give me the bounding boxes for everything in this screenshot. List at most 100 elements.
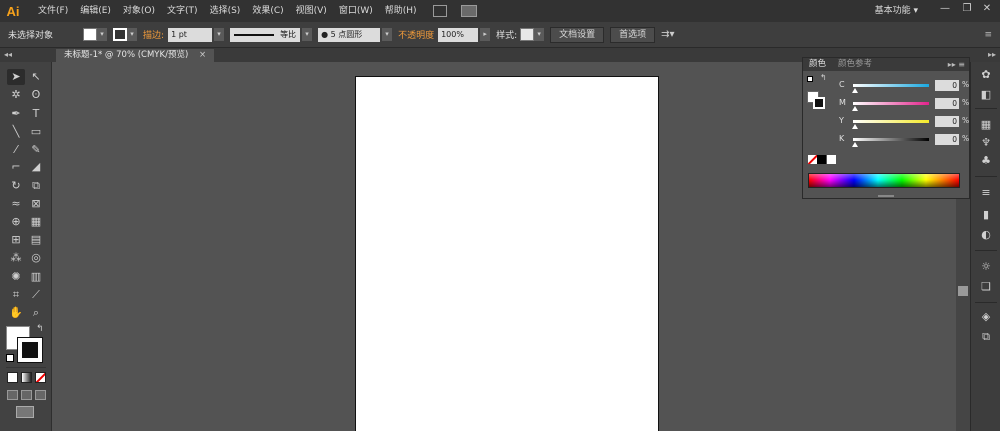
swap-colors-icon[interactable]: ↰ [36,324,44,334]
slider-track[interactable] [853,120,929,123]
panel-stroke-swatch[interactable] [813,97,825,109]
menu-file[interactable]: 文件(F) [32,0,74,22]
stroke-swatch[interactable] [113,28,128,41]
scale-tool-icon[interactable]: ⧉ [27,178,45,194]
menu-window[interactable]: 窗口(W) [333,0,379,22]
stroke-label[interactable]: 描边: [143,28,164,41]
minimize-button[interactable]: — [936,2,954,16]
tab-color-guide[interactable]: 颜色参考 [832,58,878,71]
arrange-documents-icon[interactable] [460,5,477,17]
menu-object[interactable]: 对象(O) [117,0,161,22]
slider-handle[interactable] [852,142,858,147]
arrange-icon[interactable]: ⇉▾ [661,29,674,40]
pen-tool-icon[interactable]: ✒ [7,106,25,122]
eyedropper-tool-icon[interactable]: ⁂ [7,250,25,266]
color-panel-icon[interactable]: ✿ [978,68,994,82]
slider-track[interactable] [853,84,929,87]
panel-default-colors-icon[interactable] [807,76,813,82]
artboard-tool-icon[interactable]: ⌗ [7,287,25,303]
gradient-mode-icon[interactable] [21,372,32,383]
draw-inside-icon[interactable] [35,390,46,400]
stroke-profile[interactable]: 等比 [230,27,301,42]
brush-dropdown-icon[interactable]: ▾ [382,28,393,41]
slider-handle[interactable] [852,124,858,129]
slider-handle[interactable] [852,88,858,93]
stroke-weight-dropdown-icon[interactable]: ▾ [214,28,225,41]
default-colors-icon[interactable] [6,354,14,362]
color-guide-icon[interactable]: ◧ [978,88,994,102]
document-tab[interactable]: 未标题-1* @ 70% (CMYK/预览) × [56,49,215,62]
magenta-slider[interactable]: M 0 % [839,98,969,111]
pencil-tool-icon[interactable]: ✎ [27,142,45,158]
shape-builder-tool-icon[interactable]: ⊕ [7,214,25,230]
opacity-field[interactable]: 100% [438,27,479,42]
tab-color[interactable]: 颜色 [803,58,832,71]
rotate-tool-icon[interactable]: ↻ [7,178,25,194]
graphic-style-swatch[interactable] [520,28,535,41]
yellow-value[interactable]: 0 [935,116,959,127]
swatches-icon[interactable]: ▦ [978,118,994,132]
draw-normal-icon[interactable] [7,390,18,400]
panel-menu-icon[interactable]: ≡ [984,30,992,40]
paintbrush-tool-icon[interactable]: ⁄ [7,142,25,158]
brushes-icon[interactable]: ♆ [978,136,994,150]
screen-mode-icon[interactable] [16,406,34,418]
column-graph-tool-icon[interactable]: ▥ [27,269,45,285]
restore-button[interactable]: ❐ [958,2,976,16]
gradient-tool-icon[interactable]: ▤ [27,232,45,248]
slider-track[interactable] [853,102,929,105]
none-swatch[interactable] [808,155,817,164]
selection-tool-icon[interactable]: ➤ [7,69,25,85]
collapse-panels-icon[interactable]: ▸▸ [988,48,996,62]
magenta-value[interactable]: 0 [935,98,959,109]
cyan-value[interactable]: 0 [935,80,959,91]
close-tab-icon[interactable]: × [199,50,206,60]
panel-swap-icon[interactable]: ↰ [820,73,827,82]
symbols-icon[interactable]: ♣ [978,154,994,168]
menu-edit[interactable]: 编辑(E) [74,0,117,22]
rectangle-tool-icon[interactable]: ▭ [27,124,45,140]
document-setup-button[interactable]: 文档设置 [550,26,605,43]
yellow-slider[interactable]: Y 0 % [839,116,969,129]
graphic-styles-icon[interactable]: ❏ [978,280,994,294]
transparency-icon[interactable]: ◐ [978,228,994,242]
fill-swatch[interactable] [83,28,98,41]
color-spectrum[interactable] [808,173,960,188]
direct-selection-tool-icon[interactable]: ↖ [27,69,45,85]
white-swatch[interactable] [827,155,836,164]
perspective-grid-tool-icon[interactable]: ▦ [27,214,45,230]
layers-icon[interactable]: ◈ [978,310,994,324]
stroke-color-box[interactable] [17,337,43,363]
symbol-sprayer-tool-icon[interactable]: ✺ [7,269,25,285]
blend-tool-icon[interactable]: ◎ [27,250,45,266]
stroke-profile-dropdown-icon[interactable]: ▾ [302,28,313,41]
menu-select[interactable]: 选择(S) [204,0,247,22]
line-tool-icon[interactable]: ╲ [7,124,25,140]
stroke-panel-icon[interactable]: ≡ [978,186,994,200]
free-transform-tool-icon[interactable]: ⊠ [27,196,45,212]
workspace-switcher[interactable]: 基本功能 ▾ [875,0,918,22]
scrollbar-thumb[interactable] [958,286,968,296]
menu-help[interactable]: 帮助(H) [379,0,423,22]
bridge-icon[interactable] [432,5,447,17]
width-tool-icon[interactable]: ≈ [7,196,25,212]
slider-track[interactable] [853,138,929,141]
brush-definition[interactable]: ● 5 点圆形 [318,27,381,42]
collapse-toolbar-icon[interactable]: ◂◂ [4,48,12,62]
zoom-tool-icon[interactable]: ⌕ [27,305,45,321]
eraser-tool-icon[interactable]: ◢ [27,159,45,175]
slice-tool-icon[interactable]: ⟋ [27,287,45,303]
draw-behind-icon[interactable] [21,390,32,400]
fill-dropdown-icon[interactable]: ▾ [97,28,108,41]
close-button[interactable]: ✕ [978,2,996,16]
preferences-button[interactable]: 首选项 [610,26,656,43]
opacity-label[interactable]: 不透明度 [398,28,434,41]
stroke-weight-field[interactable]: 1 pt [168,27,213,42]
slider-handle[interactable] [852,106,858,111]
menu-effect[interactable]: 效果(C) [246,0,289,22]
type-tool-icon[interactable]: T [27,106,45,122]
panel-resize-grip[interactable] [878,195,894,197]
appearance-icon[interactable]: ☼ [978,260,994,274]
black-swatch[interactable] [817,155,826,164]
artboard[interactable] [355,76,659,431]
